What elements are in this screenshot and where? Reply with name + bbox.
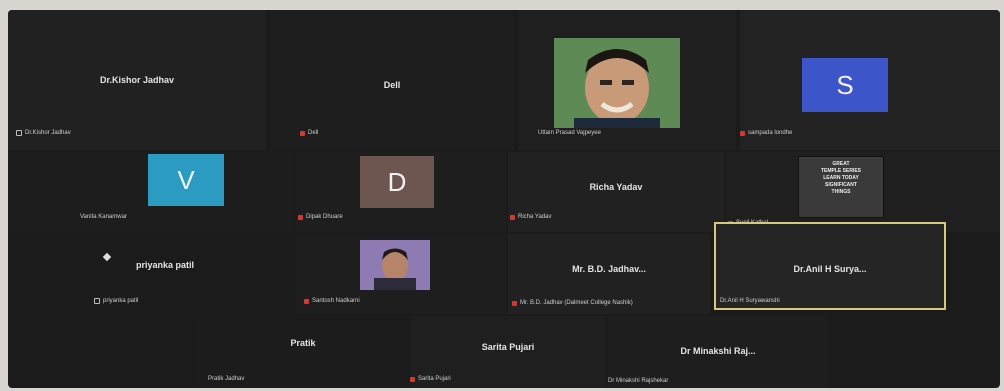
poster-line: GREAT xyxy=(832,161,850,167)
mic-off-icon xyxy=(740,130,745,136)
participant-tile[interactable]: GREAT TEMPLE SERIES LEARN TODAY SIGNIFIC… xyxy=(726,152,1000,232)
avatar: S xyxy=(802,58,888,112)
participant-label: Mr. B.D. Jadhav (Dalmeet College Nashik) xyxy=(512,300,633,306)
video-gallery: Dr.Kishor Jadhav Dr.Kishor Jadhav Dell D… xyxy=(8,10,1000,388)
participant-label-text: sampada londhe xyxy=(748,130,793,136)
participant-label: Santosh Nadkarni xyxy=(304,298,360,304)
participant-tile[interactable]: Dell Dell xyxy=(270,10,514,150)
participant-name: Sarita Pujari xyxy=(481,342,535,352)
participant-label-text: Dr Minakshi Rajshekar xyxy=(608,378,669,384)
participant-tile[interactable]: D Dipak Dhuare xyxy=(296,152,506,232)
participant-name: Pratik xyxy=(290,338,316,348)
participant-tile[interactable]: V Vanita Kanamwar xyxy=(8,152,294,232)
poster-line: SIGNIFICANT xyxy=(825,182,857,188)
avatar: V xyxy=(148,154,224,206)
mic-off-icon xyxy=(298,214,303,220)
participant-label-text: Dell xyxy=(308,130,319,136)
participant-tile[interactable]: Uttam Prasad Vajpeyee xyxy=(518,10,736,150)
poster-line: LEARN TODAY xyxy=(823,175,859,181)
mic-off-icon xyxy=(510,214,515,220)
participant-label: Dr.Anil H Suryawanshi xyxy=(720,298,780,304)
participant-tile[interactable]: S sampada londhe xyxy=(740,10,1000,150)
participant-name: Dell xyxy=(383,80,401,90)
participant-name: Mr. B.D. Jadhav... xyxy=(572,264,646,274)
participant-tile[interactable]: Dr Minakshi Raj... Dr Minakshi Rajshekar xyxy=(608,316,828,388)
mic-off-icon xyxy=(16,130,22,136)
participant-label: Uttam Prasad Vajpeyee xyxy=(538,130,601,136)
participant-name: Richa Yadav xyxy=(589,182,643,192)
participant-video-poster: GREAT TEMPLE SERIES LEARN TODAY SIGNIFIC… xyxy=(798,156,884,218)
mic-off-icon xyxy=(300,130,305,136)
participant-label: Dell xyxy=(300,130,318,136)
participant-tile[interactable]: Sarita Pujari Sarita Pujari xyxy=(410,316,606,388)
participant-label: Dr Minakshi Rajshekar xyxy=(608,378,668,384)
participant-label: Pratik Jadhav xyxy=(208,376,244,382)
participant-label-text: Dipak Dhuare xyxy=(306,214,343,220)
mic-off-icon xyxy=(304,298,309,304)
participant-label: Dipak Dhuare xyxy=(298,214,343,220)
participant-name: Dr.Kishor Jadhav xyxy=(99,75,175,85)
participant-label-text: Dr.Anil H Suryawanshi xyxy=(720,298,780,304)
participant-video xyxy=(360,240,430,290)
participant-label: priyanka patil xyxy=(94,298,138,304)
participant-name: Dr Minakshi Raj... xyxy=(680,346,756,356)
poster-line: THINGS xyxy=(831,189,851,195)
participant-label-text: Vanita Kanamwar xyxy=(80,214,127,220)
face-photo xyxy=(360,240,430,290)
participant-label-text: priyanka patil xyxy=(103,298,139,304)
participant-label: Vanita Kanamwar xyxy=(80,214,127,220)
participant-label-text: Sarita Pujari xyxy=(418,376,451,382)
participant-tile[interactable]: Dr.Kishor Jadhav Dr.Kishor Jadhav xyxy=(8,10,266,150)
participant-label-text: Richa Yadav xyxy=(518,214,552,220)
participant-label: sampada londhe xyxy=(740,130,792,136)
participant-tile-active-speaker[interactable]: Dr.Anil H Surya... Dr.Anil H Suryawanshi xyxy=(714,222,946,310)
participant-label: Richa Yadav xyxy=(510,214,551,220)
participant-tile[interactable]: Richa Yadav Richa Yadav xyxy=(508,152,724,232)
face-photo xyxy=(554,38,680,128)
participant-label-text: Mr. B.D. Jadhav (Dalmeet College Nashik) xyxy=(520,300,633,306)
mic-off-icon xyxy=(410,376,415,382)
avatar: D xyxy=(360,156,434,208)
participant-tile[interactable]: Mr. B.D. Jadhav... Mr. B.D. Jadhav (Dalm… xyxy=(508,234,710,314)
participant-name: Dr.Anil H Surya... xyxy=(793,264,867,274)
participant-tile[interactable]: priyanka patil priyanka patil xyxy=(8,234,294,314)
poster-line: TEMPLE SERIES xyxy=(820,168,861,174)
mic-off-icon xyxy=(94,298,100,304)
participant-label: Sarita Pujari xyxy=(410,376,451,382)
pin-icon[interactable] xyxy=(102,252,112,262)
participant-tile[interactable]: Pratik Pratik Jadhav xyxy=(198,316,408,388)
mic-off-icon xyxy=(512,300,517,306)
participant-video xyxy=(554,38,680,128)
participant-label-text: Pratik Jadhav xyxy=(208,376,245,382)
participant-label-text: Dr.Kishor Jadhav xyxy=(25,130,71,136)
participant-label-text: Santosh Nadkarni xyxy=(312,298,360,304)
participant-tile[interactable]: Santosh Nadkarni xyxy=(296,234,506,314)
participant-label-text: Uttam Prasad Vajpeyee xyxy=(538,130,601,136)
participant-label: Dr.Kishor Jadhav xyxy=(16,130,71,136)
participant-name: priyanka patil xyxy=(136,260,195,270)
